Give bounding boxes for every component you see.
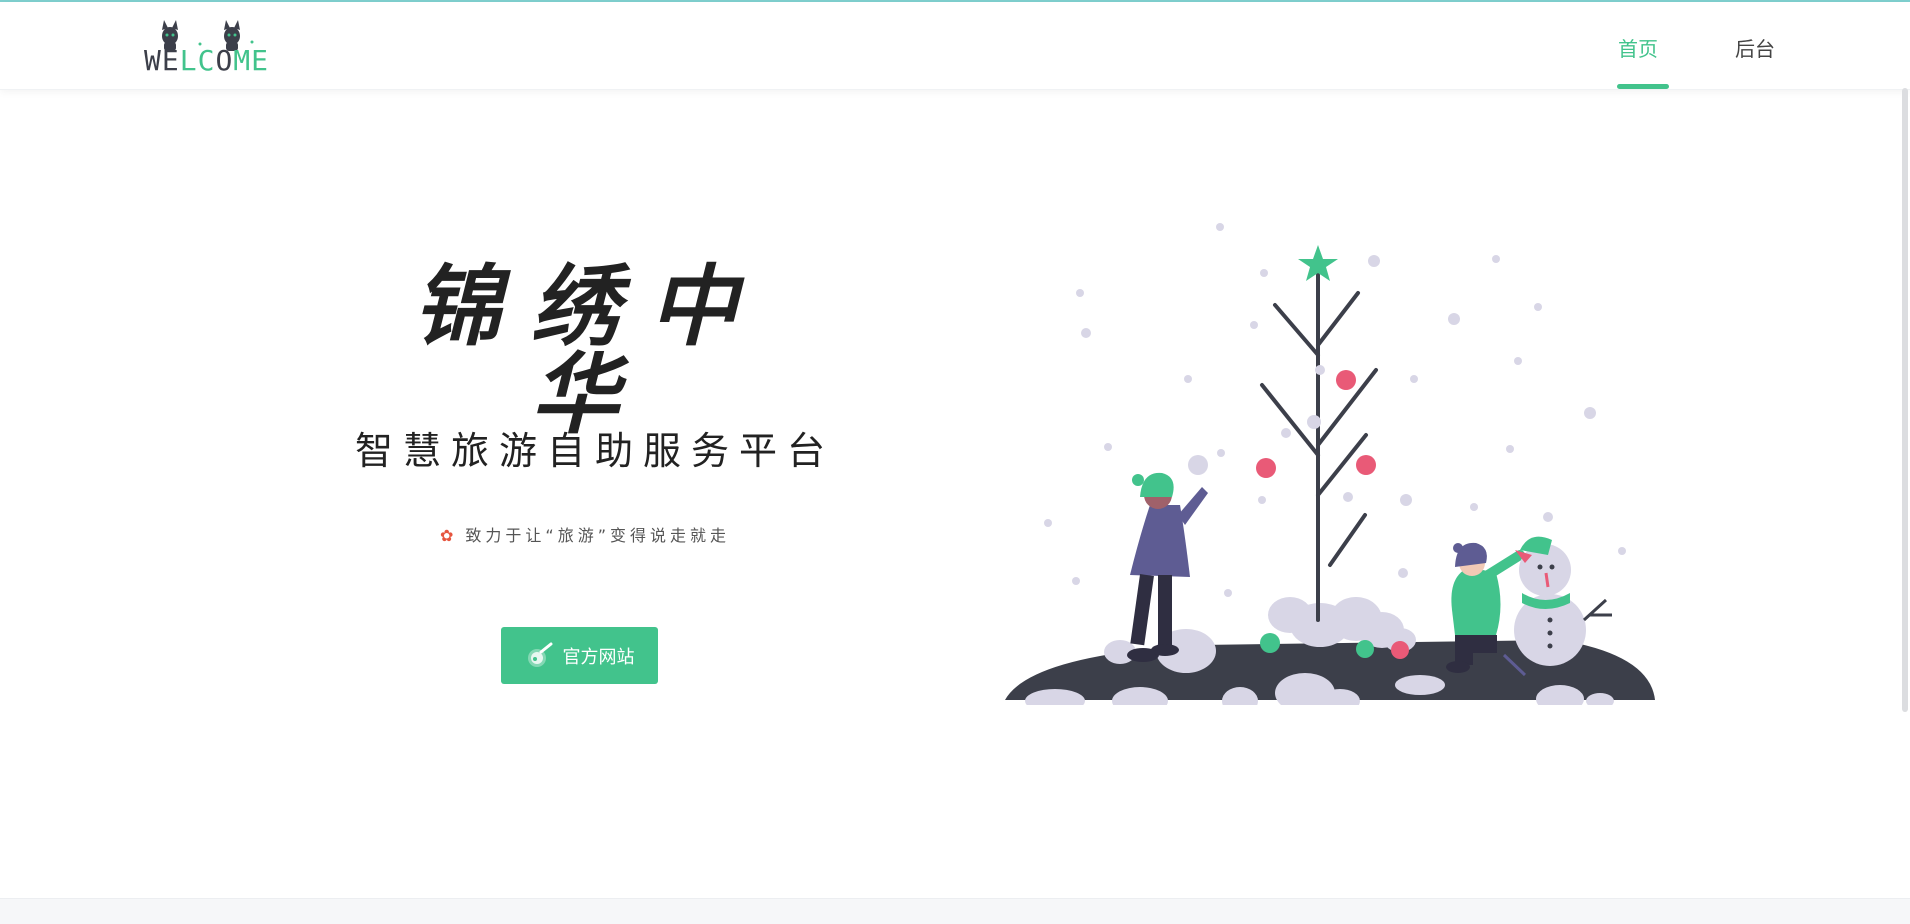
nav-admin-link[interactable]: 后台: [1735, 4, 1775, 91]
comet-icon: [527, 642, 552, 667]
tagline-text: 致力于让“旅游”变得说走就走: [465, 526, 730, 545]
nav-home-link[interactable]: 首页: [1618, 4, 1658, 91]
hero-subtitle: 智慧旅游自助服务平台: [355, 429, 836, 473]
active-tab-indicator: [1617, 84, 1669, 89]
top-navbar: WELCOME 首页 后台: [0, 2, 1910, 90]
hero-tagline: ✿ 致力于让“旅游”变得说走就走: [420, 528, 750, 544]
page-scrollbar[interactable]: [1902, 88, 1908, 712]
hero-title: 锦绣中华: [412, 254, 767, 446]
cta-label: 官方网站: [562, 646, 635, 668]
footer-strip: [0, 898, 1910, 924]
logo-wordmark: WELCOME: [144, 44, 270, 77]
welcome-logo[interactable]: WELCOME: [140, 12, 268, 80]
official-site-button[interactable]: 官方网站: [501, 627, 658, 684]
flower-icon: ✿: [440, 526, 458, 545]
winter-snowman-illustration: [1005, 223, 1655, 705]
